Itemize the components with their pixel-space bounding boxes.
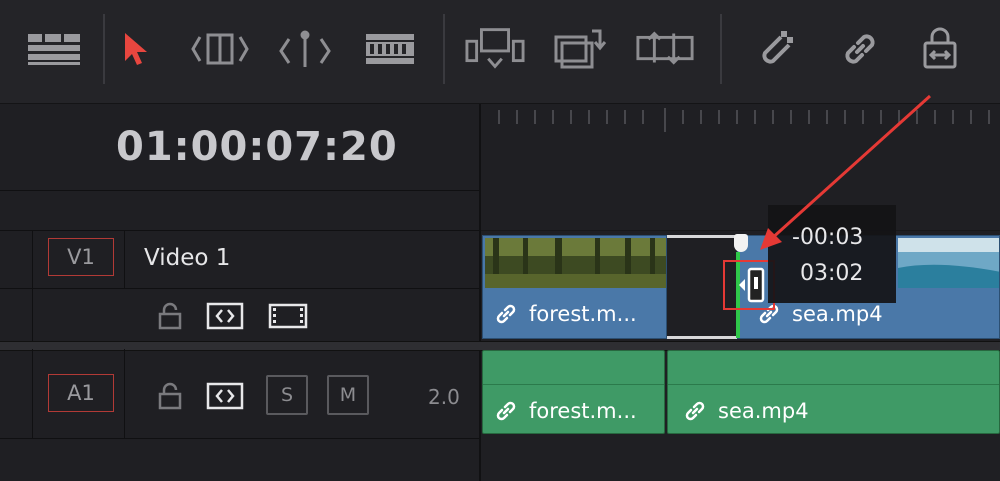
clip-name: sea.mp4 (718, 399, 809, 423)
timecode-display: 01:00:07:20 (116, 124, 398, 170)
divider (32, 231, 33, 341)
replace-clip-icon[interactable] (635, 20, 695, 78)
clip-duration: 03:02 (800, 261, 864, 286)
audio-track-badge[interactable]: A1 (48, 374, 114, 412)
mute-button[interactable]: M (327, 375, 369, 415)
divider (0, 438, 479, 439)
solo-button[interactable]: S (266, 375, 308, 415)
divider (124, 231, 125, 288)
enable-video-track-icon[interactable] (268, 301, 308, 331)
audio-channel-format: 2.0 (428, 385, 460, 409)
audio-waveform-line (483, 384, 664, 385)
audio-waveform-line (668, 384, 999, 385)
video-track-badge[interactable]: V1 (48, 238, 114, 276)
toolbar-divider (443, 14, 445, 84)
lock-track-icon[interactable] (156, 300, 184, 332)
divider (0, 230, 479, 231)
auto-select-track-icon[interactable] (206, 301, 244, 331)
clip-label: forest.m... (495, 302, 637, 326)
edit-toolbar (0, 0, 1000, 104)
clip-thumbnail (485, 238, 666, 288)
position-lock-icon[interactable] (910, 20, 970, 78)
toolbar-divider (720, 14, 722, 84)
lock-track-icon[interactable] (156, 380, 184, 412)
clip-label: forest.m... (495, 399, 637, 423)
clip-name: forest.m... (529, 302, 637, 326)
clip-label: sea.mp4 (684, 399, 809, 423)
ripple-trim-cursor-icon (735, 265, 769, 305)
divider (0, 288, 479, 289)
overwrite-clip-icon[interactable] (550, 20, 610, 78)
auto-select-track-icon[interactable] (206, 381, 244, 411)
selection-mode-icon[interactable] (105, 20, 165, 78)
divider (32, 349, 33, 438)
divider (124, 349, 125, 438)
timeline-view-options-icon[interactable] (24, 20, 84, 78)
audio-clip[interactable]: sea.mp4 (667, 350, 1000, 434)
snapping-icon[interactable] (745, 20, 805, 78)
insert-clip-icon[interactable] (465, 20, 525, 78)
clip-name: sea.mp4 (792, 302, 883, 326)
audio-clip[interactable]: forest.m... (482, 350, 665, 434)
trim-edit-mode-icon[interactable] (190, 20, 250, 78)
annotation-arrow (760, 94, 932, 250)
video-track-name[interactable]: Video 1 (144, 245, 230, 271)
link-icon (685, 401, 705, 421)
clip-name: forest.m... (529, 399, 637, 423)
linked-selection-icon[interactable] (830, 20, 890, 78)
link-icon (496, 401, 516, 421)
link-icon (496, 304, 516, 324)
clip-label: sea.mp4 (758, 302, 883, 326)
dynamic-trim-mode-icon[interactable] (275, 20, 335, 78)
video-clip[interactable]: forest.m... (482, 235, 667, 339)
blade-edit-mode-icon[interactable] (360, 20, 420, 78)
